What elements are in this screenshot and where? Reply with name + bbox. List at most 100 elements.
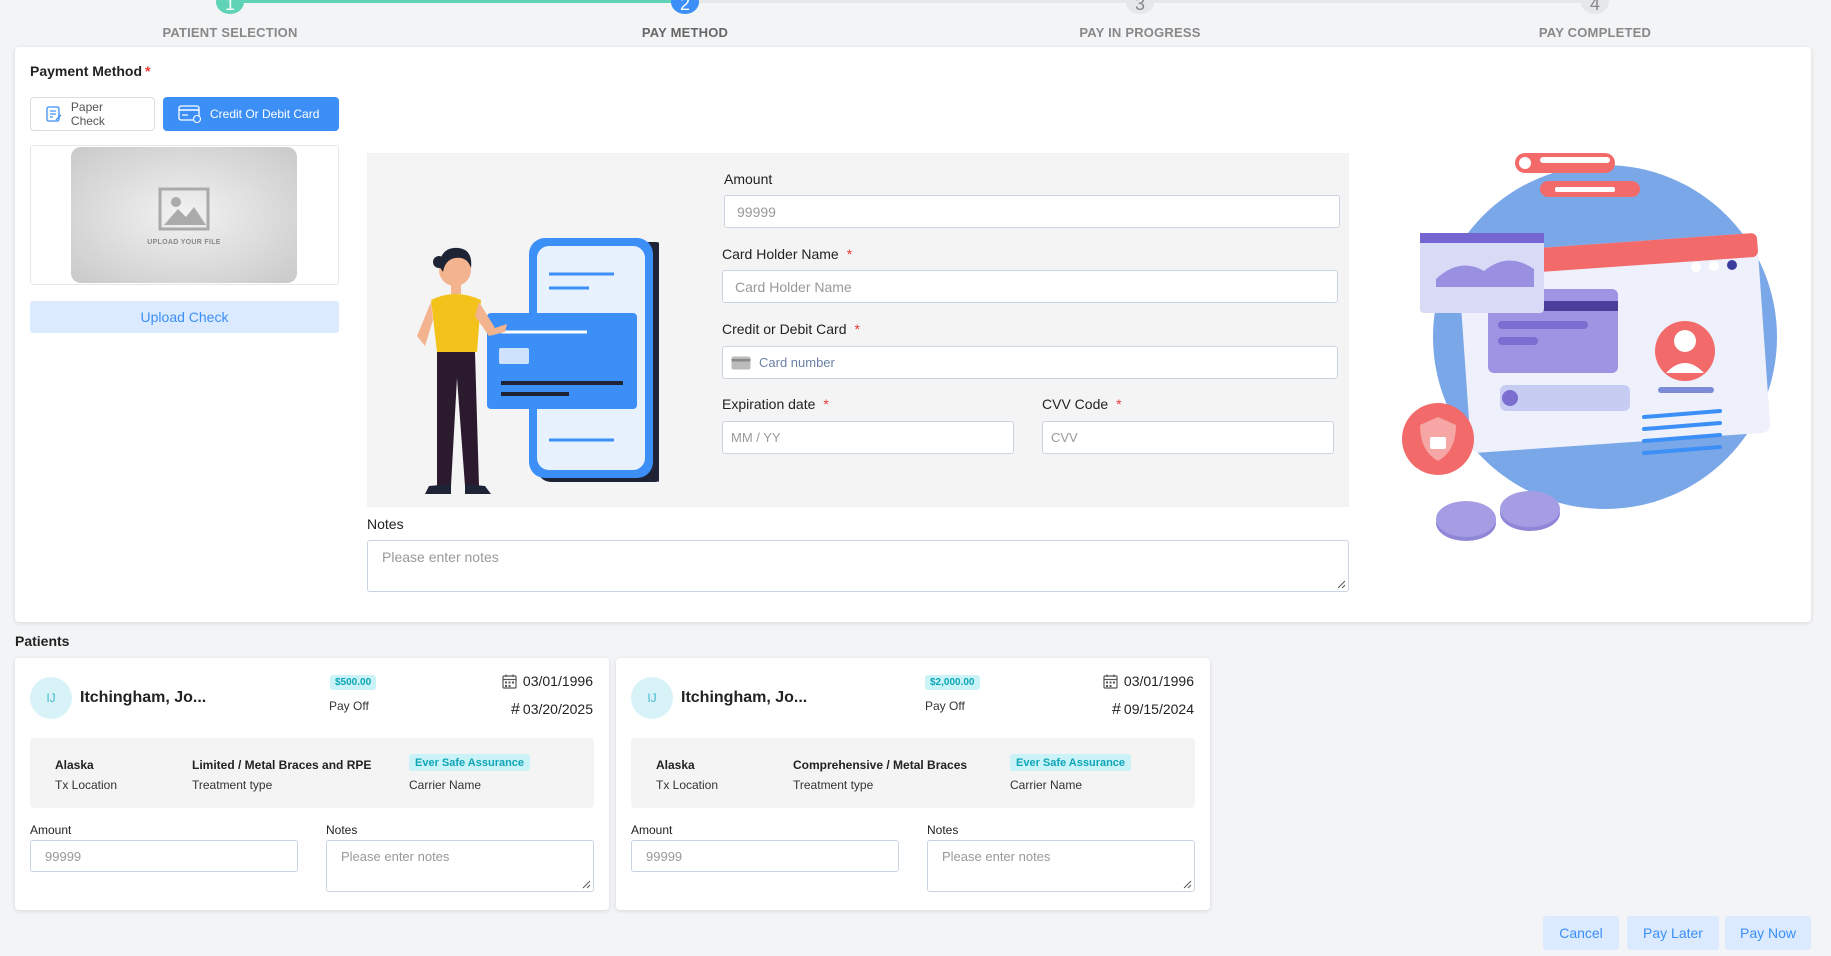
patient-card: IJ Itchingham, Jo... $2,000.00 Pay Off 0… <box>616 658 1210 910</box>
calendar-icon <box>502 674 517 689</box>
payment-method-title-text: Payment Method <box>30 63 143 79</box>
treatment-info-box: Alaska Tx Location Limited / Metal Brace… <box>30 738 594 808</box>
avatar: IJ <box>631 677 673 719</box>
cvv-label-text: CVV Code <box>1042 396 1109 412</box>
credit-card-icon <box>178 105 202 123</box>
patient-card: IJ Itchingham, Jo... $500.00 Pay Off 03/… <box>15 658 609 910</box>
dob-date: 03/01/1996 <box>502 673 593 689</box>
pay-later-button[interactable]: Pay Later <box>1627 916 1719 950</box>
cancel-button[interactable]: Cancel <box>1543 916 1619 950</box>
step-3-dot: 3 <box>1126 0 1154 14</box>
step-1-dot: 1 <box>216 0 244 14</box>
tx-location-value: Alaska <box>55 758 94 772</box>
treatment-date-value: 09/15/2024 <box>1123 701 1194 717</box>
step-4-dot: 4 <box>1581 0 1609 14</box>
card-number-placeholder: Card number <box>759 355 835 370</box>
card-chip-icon <box>731 356 751 369</box>
patients-title: Patients <box>15 633 70 649</box>
treatment-date-value: 03/20/2025 <box>522 701 593 717</box>
required-mark: * <box>145 63 151 79</box>
card-form-panel: Amount 99999 Card Holder Name * Card Hold… <box>367 153 1349 507</box>
treatment-type-value: Limited / Metal Braces and RPE <box>192 758 372 772</box>
upload-preview-box[interactable]: UPLOAD YOUR FILE <box>30 145 339 285</box>
card-number-input[interactable]: Card number <box>722 346 1338 379</box>
notes-placeholder: Please enter notes <box>341 849 450 864</box>
notes-label: Notes <box>367 516 404 532</box>
notes-label: Notes <box>927 823 959 837</box>
resize-handle-icon[interactable] <box>582 880 591 889</box>
hash-mark: # <box>1112 701 1121 718</box>
carrier-badge: Ever Safe Assurance <box>409 754 531 771</box>
avatar: IJ <box>30 677 72 719</box>
treatment-type-value: Comprehensive / Metal Braces <box>793 758 968 772</box>
carrier-name-label: Carrier Name <box>409 778 482 792</box>
required-mark: * <box>1116 396 1122 412</box>
tx-location-value: Alaska <box>656 758 695 772</box>
upload-check-button[interactable]: Upload Check <box>30 301 339 333</box>
hash-mark: # <box>511 701 520 718</box>
carrier-badge: Ever Safe Assurance <box>1010 754 1132 771</box>
carrier-name-label: Carrier Name <box>1010 778 1083 792</box>
treatment-type-label: Treatment type <box>793 778 874 792</box>
notes-label: Notes <box>326 823 358 837</box>
step-line-1 <box>230 0 685 3</box>
required-mark: * <box>846 246 853 262</box>
stepper: 1 2 3 4 PATIENT SELECTION PAY METHOD PAY… <box>0 0 1831 46</box>
amount-label: Amount <box>724 171 773 187</box>
notes-placeholder: Please enter notes <box>942 849 1051 864</box>
treatment-info-box: Alaska Tx Location Comprehensive / Metal… <box>631 738 1195 808</box>
image-placeholder-icon <box>158 187 210 230</box>
step-2-label: PAY METHOD <box>641 25 729 40</box>
payment-method-title: Payment Method * <box>30 63 150 79</box>
notes-textarea[interactable]: Please enter notes <box>367 540 1349 592</box>
dob-value: 03/01/1996 <box>1123 673 1194 689</box>
step-3-label: PAY IN PROGRESS <box>1079 25 1201 40</box>
payment-method-card: Payment Method * Paper Check Credit Or De… <box>15 47 1811 622</box>
required-mark: * <box>823 396 829 412</box>
step-2-dot: 2 <box>671 0 699 14</box>
patient-amount-input[interactable]: 99999 <box>30 840 298 872</box>
patient-notes-textarea[interactable]: Please enter notes <box>326 840 594 892</box>
patient-name: Itchingham, Jo... <box>80 689 207 706</box>
paper-check-label: Paper Check <box>70 100 105 128</box>
card-holder-input[interactable]: Card Holder Name <box>722 270 1338 303</box>
treatment-date: #03/20/2025 <box>511 701 593 719</box>
upload-placeholder: UPLOAD YOUR FILE <box>71 147 297 283</box>
credit-card-label: Credit Or Debit Card <box>210 107 320 121</box>
cvv-input[interactable]: CVV <box>1042 421 1334 454</box>
dob-date: 03/01/1996 <box>1103 673 1194 689</box>
patient-notes-textarea[interactable]: Please enter notes <box>927 840 1195 892</box>
treatment-date: #09/15/2024 <box>1112 701 1194 719</box>
expiration-label-text: Expiration date <box>722 396 816 412</box>
patient-amount-input[interactable]: 99999 <box>631 840 899 872</box>
amount-input[interactable]: 99999 <box>724 195 1340 228</box>
pay-off-label: Pay Off <box>329 699 369 713</box>
card-holder-label: Card Holder Name * <box>722 246 852 262</box>
paper-check-button[interactable]: Paper Check <box>30 97 155 131</box>
step-line-3 <box>1140 0 1595 3</box>
step-4-label: PAY COMPLETED <box>1538 25 1652 40</box>
amount-badge: $500.00 <box>330 675 377 690</box>
calendar-icon <box>1103 674 1118 689</box>
step-1-label: PATIENT SELECTION <box>162 25 298 40</box>
card-holder-label-text: Card Holder Name <box>722 246 839 262</box>
card-number-label-text: Credit or Debit Card <box>722 321 847 337</box>
treatment-type-label: Treatment type <box>192 778 273 792</box>
credit-card-button[interactable]: Credit Or Debit Card <box>163 97 339 131</box>
patient-name: Itchingham, Jo... <box>681 689 808 706</box>
tx-location-label: Tx Location <box>55 778 118 792</box>
amount-label: Amount <box>631 823 673 837</box>
step-line-2 <box>685 0 1140 3</box>
dob-value: 03/01/1996 <box>522 673 593 689</box>
resize-handle-icon[interactable] <box>1337 580 1346 589</box>
expiration-input[interactable]: MM / YY <box>722 421 1014 454</box>
pay-now-button[interactable]: Pay Now <box>1725 916 1811 950</box>
upload-placeholder-text: UPLOAD YOUR FILE <box>147 238 221 246</box>
expiration-label: Expiration date * <box>722 396 829 412</box>
card-number-label: Credit or Debit Card * <box>722 321 860 337</box>
woman-phone-illustration <box>417 238 659 494</box>
resize-handle-icon[interactable] <box>1183 880 1192 889</box>
pay-off-label: Pay Off <box>925 699 965 713</box>
tx-location-label: Tx Location <box>656 778 719 792</box>
amount-badge: $2,000.00 <box>925 675 980 690</box>
